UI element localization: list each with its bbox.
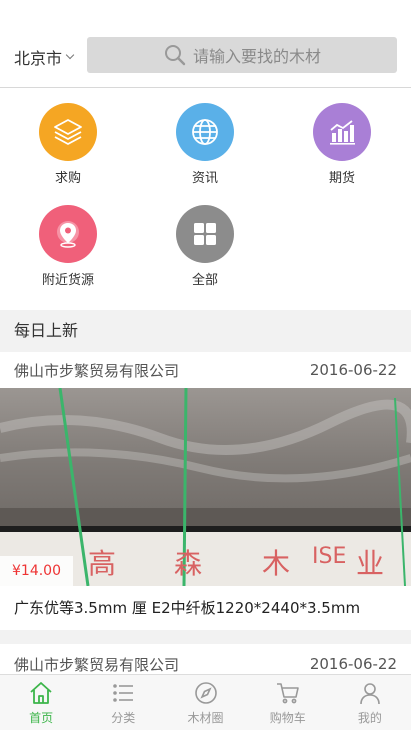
city-label: 北京市 <box>14 49 63 68</box>
category-all[interactable]: 全部 <box>155 205 255 288</box>
compass-icon <box>194 682 217 704</box>
cart-icon <box>276 683 299 704</box>
image-print-2: 森 <box>174 547 203 580</box>
image-print-4: ISE <box>312 544 347 569</box>
tab-label: 购物车 <box>269 711 306 725</box>
chevron-down-icon <box>65 50 75 60</box>
tab-circle[interactable]: 木材圈 <box>164 675 246 730</box>
user-icon <box>360 683 380 705</box>
price-tag: ¥14.00 <box>0 556 73 586</box>
company-name: 佛山市步繁贸易有限公司 <box>14 361 180 380</box>
tab-label: 分类 <box>111 711 136 725</box>
post-date: 2016-06-22 <box>309 361 397 379</box>
image-print-1: 高 <box>88 547 117 580</box>
location-icon <box>39 205 97 263</box>
category-label: 求购 <box>54 171 81 186</box>
category-qihuo[interactable]: 期货 <box>292 103 392 186</box>
post-date: 2016-06-22 <box>309 655 397 673</box>
category-fujin[interactable]: 附近货源 <box>18 205 118 288</box>
list-icon <box>113 684 134 702</box>
image-print-3: 木 <box>262 547 291 580</box>
tab-cart[interactable]: 购物车 <box>247 675 329 730</box>
tab-label: 木材圈 <box>187 711 224 725</box>
section-title: 每日上新 <box>0 310 411 352</box>
tab-mine[interactable]: 我的 <box>329 675 411 730</box>
category-qiugou[interactable]: 求购 <box>18 103 118 186</box>
category-zixun[interactable]: 资讯 <box>155 103 255 186</box>
tab-home[interactable]: 首页 <box>0 675 82 730</box>
layers-icon <box>39 103 97 161</box>
search-input[interactable]: 请输入要找的木材 <box>87 37 397 73</box>
category-label: 附近货源 <box>41 273 94 288</box>
product-card[interactable]: 佛山市步繁贸易有限公司 2016-06-22 高 森 木 ISE 业 ¥14.0… <box>0 352 411 630</box>
category-label: 资讯 <box>191 171 218 186</box>
image-print-5: 业 <box>356 547 385 580</box>
product-title[interactable]: 广东优等3.5mm 厘 E2中纤板1220*2440*3.5mm <box>0 586 411 630</box>
header: 北京市 请输入要找的木材 <box>0 0 411 88</box>
category-grid: 求购 资讯 期货 附近货源 全部 <box>0 88 411 310</box>
category-label: 期货 <box>328 171 355 186</box>
bottom-tab-bar: 首页 分类 木材圈 购物车 我的 <box>0 674 411 730</box>
city-selector[interactable]: 北京市 <box>14 45 75 69</box>
product-image[interactable]: 高 森 木 ISE 业 ¥14.00 <box>0 388 411 586</box>
home-icon <box>30 682 52 704</box>
chart-icon <box>313 103 371 161</box>
tab-label: 首页 <box>29 711 54 725</box>
product-card-header: 佛山市步繁贸易有限公司 2016-06-22 <box>0 352 411 388</box>
globe-icon <box>176 103 234 161</box>
category-label: 全部 <box>191 273 218 288</box>
search-icon <box>164 45 186 66</box>
company-name: 佛山市步繁贸易有限公司 <box>14 655 180 674</box>
search-placeholder: 请输入要找的木材 <box>192 47 321 66</box>
tab-category[interactable]: 分类 <box>82 675 164 730</box>
grid-icon <box>176 205 234 263</box>
tab-label: 我的 <box>357 711 382 725</box>
